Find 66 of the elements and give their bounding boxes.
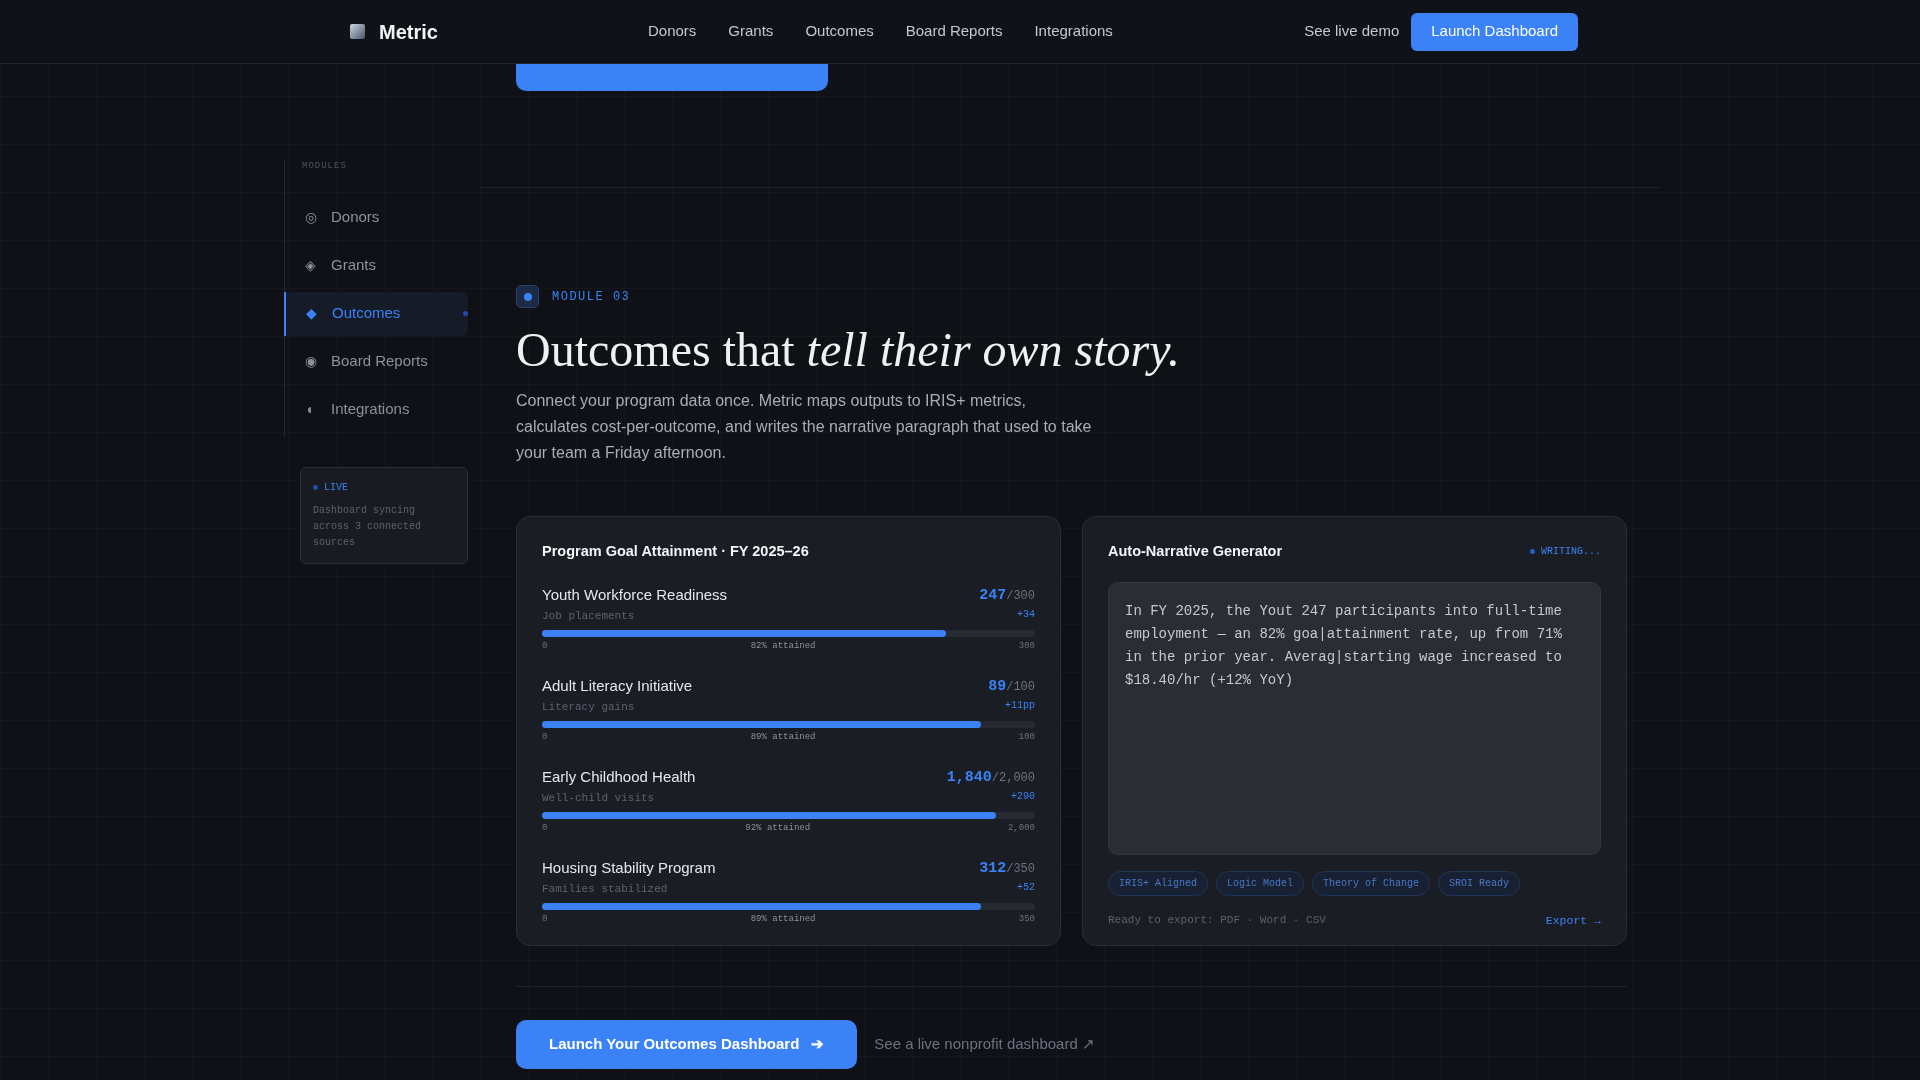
- sidebar-item[interactable]: ◖ Integrations: [285, 387, 468, 432]
- scale-min: 0: [542, 731, 548, 745]
- module-eyebrow: MODULE 03: [552, 288, 631, 306]
- sidebar-item[interactable]: ◈ Grants: [285, 243, 468, 288]
- nav-link[interactable]: Donors: [648, 20, 697, 43]
- launch-dashboard-button[interactable]: Launch Dashboard: [1411, 12, 1578, 51]
- program-metric: Well-child visits: [542, 790, 656, 806]
- sidebar-heading: MODULES: [301, 160, 348, 173]
- writing-status: WRITING...: [1541, 545, 1601, 560]
- program-value: 1,840: [946, 767, 992, 788]
- program-target: /2,000: [991, 769, 1035, 787]
- program-target: /100: [1006, 678, 1035, 696]
- program-value: 89: [988, 676, 1007, 697]
- program-metric: Literacy gains: [542, 699, 636, 715]
- section-heading: Outcomes that tell their own story.: [516, 322, 1181, 378]
- sidebar-item[interactable]: ◆ Outcomes: [284, 291, 468, 336]
- nav-link[interactable]: Grants: [728, 20, 774, 43]
- scale-min: 0: [542, 640, 548, 654]
- program-delta: +52: [1017, 881, 1035, 896]
- nav-link[interactable]: Integrations: [1034, 20, 1113, 43]
- program-name: Early Childhood Health: [542, 766, 696, 787]
- program-target: /300: [1006, 587, 1035, 605]
- launch-outcomes-button[interactable]: Launch Your Outcomes Dashboard ➔: [516, 1020, 858, 1069]
- export-link[interactable]: Export →: [1545, 911, 1601, 929]
- framework-tag: SROI Ready: [1438, 870, 1521, 896]
- narrative-text: In FY 2025, the Yout 247 participants into full-time employment — an 82% goa|attainment rate, up from 71% in the prior year. Averag|starting wage increased to $18.40/hr (+12% YoY): [1125, 601, 1563, 690]
- program-name: Housing Stability Program: [542, 857, 716, 878]
- program-name: Youth Workforce Readiness: [542, 584, 728, 605]
- program-metric: Job placements: [542, 608, 636, 624]
- demo-link[interactable]: See live demo: [1304, 20, 1400, 43]
- scale-max: 350: [1018, 913, 1035, 927]
- program-value: 312: [979, 858, 1007, 879]
- program-metric: Families stabilized: [542, 881, 669, 897]
- live-label: LIVE: [324, 480, 348, 495]
- live-dashboard-link[interactable]: See a live nonprofit dashboard ↗: [874, 1033, 1095, 1056]
- program-delta: +11pp: [1005, 699, 1035, 714]
- attained-label: 89% attained: [750, 913, 816, 927]
- card-title: Program Goal Attainment · FY 2025–26: [542, 542, 810, 561]
- program-delta: +34: [1017, 608, 1035, 623]
- program-target: /350: [1006, 860, 1035, 878]
- scale-max: 2,000: [1007, 822, 1035, 836]
- scale-max: 100: [1018, 731, 1035, 745]
- program-name: Adult Literacy Initiative: [542, 675, 693, 696]
- framework-tag: Logic Model: [1216, 870, 1305, 896]
- nav-link[interactable]: Board Reports: [905, 20, 1003, 43]
- program-delta: +290: [1011, 790, 1035, 805]
- attained-label: 92% attained: [745, 822, 811, 836]
- framework-tag: IRIS+ Aligned: [1108, 870, 1208, 896]
- sync-status-text: Dashboard syncing across 3 connected sources: [313, 503, 423, 550]
- scale-min: 0: [542, 913, 548, 927]
- nav-link[interactable]: Outcomes: [805, 20, 874, 43]
- scale-max: 300: [1018, 640, 1035, 654]
- module-badge-icon: [516, 285, 539, 308]
- framework-tag: Theory of Change: [1312, 870, 1431, 896]
- launch-button-edge[interactable]: [516, 64, 828, 91]
- attained-label: 89% attained: [750, 731, 816, 745]
- sidebar-item[interactable]: ◎ Donors: [285, 195, 468, 240]
- export-note: Ready to export: PDF · Word · CSV: [1108, 913, 1326, 929]
- program-value: 247: [979, 585, 1007, 606]
- section-description: Connect your program data once. Metric maps outputs to IRIS+ metrics, calculates cost-per-outcome, and writes the narrative paragraph that used to take your team a Friday afternoon.: [516, 391, 1093, 463]
- sidebar-item[interactable]: ◉ Board Reports: [285, 339, 468, 384]
- logo-icon: [350, 24, 365, 39]
- scale-min: 0: [542, 822, 548, 836]
- card-title: Auto-Narrative Generator: [1108, 542, 1283, 561]
- brand-name: Metric: [379, 19, 438, 45]
- attained-label: 82% attained: [750, 640, 816, 654]
